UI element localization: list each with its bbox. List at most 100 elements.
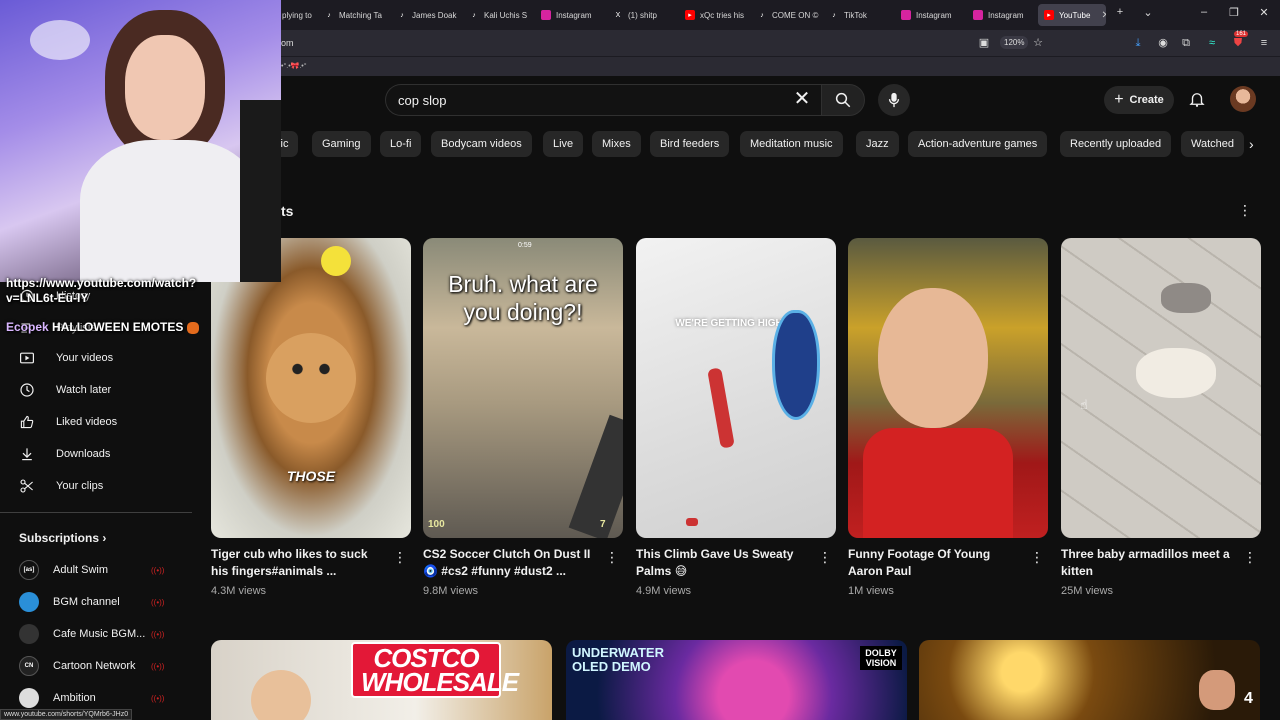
video-thumbnail[interactable]: UNDERWATER OLED DEMO DOLBY VISION: [566, 640, 907, 720]
chip[interactable]: Watched: [1181, 131, 1245, 157]
live-icon: ((•)): [151, 629, 165, 639]
browser-tab[interactable]: ♪ Matching Ta: [318, 4, 390, 26]
chip[interactable]: Bird feeders: [650, 131, 730, 157]
create-button[interactable]: + Create: [1104, 86, 1174, 114]
overlay-emotes-prefix: Ecopek: [6, 320, 49, 334]
subscription-label: Cafe Music BGM...: [53, 628, 146, 640]
short-thumbnail[interactable]: [848, 238, 1048, 538]
address-bar[interactable]: om: [281, 38, 294, 48]
live-icon: ((•)): [151, 693, 165, 703]
sidebar-item-watch-later[interactable]: Watch later: [18, 376, 111, 404]
thumbs-up-icon: [18, 413, 36, 431]
video-thumbnail[interactable]: COSTCO WHOLESALE: [211, 640, 552, 720]
notifications-button[interactable]: [1186, 88, 1208, 110]
bookmark-item[interactable]: •°.•🎀.•°: [281, 62, 307, 70]
short-thumbnail[interactable]: 0:59 Bruh. what are you doing?! 100 7: [423, 238, 623, 538]
subscription-label: Ambition: [53, 692, 96, 704]
chip[interactable]: Lo-fi: [380, 131, 422, 157]
short-caption: THOSE: [286, 468, 336, 484]
ublock-icon[interactable]: ⛊: [1230, 35, 1246, 51]
short-title[interactable]: Funny Footage Of Young Aaron Paul: [848, 546, 1023, 580]
subscription-item[interactable]: [as] Adult Swim ((•)): [19, 558, 169, 582]
search-input[interactable]: [398, 90, 778, 110]
more-options-icon[interactable]: ⋮: [1030, 549, 1044, 566]
short-card[interactable]: Funny Footage Of Young Aaron Paul 1M vie…: [848, 238, 1048, 597]
chip[interactable]: Live: [543, 131, 584, 157]
maximize-icon[interactable]: ❐: [1224, 6, 1244, 19]
close-tab-icon[interactable]: ✕: [1101, 10, 1106, 21]
close-window-icon[interactable]: ✕: [1254, 6, 1274, 19]
subscription-item[interactable]: Cafe Music BGM... ((•)): [19, 622, 169, 646]
overlay-url-line: https://www.youtube.com/watch?: [6, 276, 197, 290]
short-card[interactable]: Three baby armadillos meet a kitten 25M …: [1061, 238, 1261, 597]
chip[interactable]: Recently uploaded: [1060, 131, 1172, 157]
subscription-item[interactable]: CN Cartoon Network ((•)): [19, 654, 169, 678]
browser-tab[interactable]: Instagram: [967, 4, 1039, 26]
browser-tab-active[interactable]: ▸ YouTube ✕: [1038, 4, 1106, 26]
sidebar-item-label: Your clips: [56, 480, 104, 492]
new-tab-icon[interactable]: +: [1110, 6, 1130, 18]
short-thumbnail[interactable]: [1061, 238, 1261, 538]
browser-tab[interactable]: X (1) shitp: [607, 4, 679, 26]
clear-search-icon[interactable]: ✕: [790, 88, 814, 112]
chip[interactable]: Mixes: [592, 131, 641, 157]
short-title[interactable]: CS2 Soccer Clutch On Dust II 🧿 #cs2 #fun…: [423, 546, 598, 580]
bookmark-star-icon[interactable]: ☆: [1030, 35, 1046, 51]
chip[interactable]: Action-adventure games: [908, 131, 1048, 157]
chip[interactable]: Bodycam videos: [431, 131, 532, 157]
browser-tab[interactable]: ♪ James Doak: [391, 4, 463, 26]
video-thumbnail[interactable]: 4: [919, 640, 1260, 720]
short-title[interactable]: Tiger cub who likes to suck his fingers#…: [211, 546, 386, 580]
menu-icon[interactable]: ≡: [1256, 35, 1272, 51]
shorts-heading: ts: [281, 203, 294, 219]
subscription-item[interactable]: Ambition ((•)): [19, 686, 169, 710]
chair-shape: [240, 100, 281, 282]
downloads-icon[interactable]: ⤓: [1130, 35, 1146, 51]
tab-list-icon[interactable]: ⌄: [1138, 6, 1158, 19]
chip[interactable]: Gaming: [312, 131, 371, 157]
short-caption: Bruh. what are you doing?!: [448, 271, 598, 325]
tiger-face: [266, 333, 356, 423]
flower-decoration: [321, 246, 351, 276]
subscription-item[interactable]: BGM channel ((•)): [19, 590, 169, 614]
user-avatar[interactable]: [1230, 86, 1256, 112]
sidebar-item-your-videos[interactable]: Your videos: [18, 344, 113, 372]
more-options-icon[interactable]: ⋮: [818, 549, 832, 566]
browser-tab[interactable]: Instagram: [535, 4, 607, 26]
voice-search-button[interactable]: [878, 84, 910, 116]
chip[interactable]: Jazz: [856, 131, 899, 157]
short-card[interactable]: 0:59 Bruh. what are you doing?! 100 7 CS…: [423, 238, 623, 597]
stream-overlay-emotes: Ecopek HALLOWEEN EMOTES: [6, 320, 199, 334]
more-options-icon[interactable]: ⋮: [1243, 549, 1257, 566]
sidebar-item-downloads[interactable]: Downloads: [18, 440, 110, 468]
minimize-icon[interactable]: –: [1194, 6, 1214, 18]
short-card[interactable]: WE'RE GETTING HIGHER This Climb Gave Us …: [636, 238, 836, 597]
short-thumbnail[interactable]: WE'RE GETTING HIGHER: [636, 238, 836, 538]
sidebar-item-your-clips[interactable]: Your clips: [18, 472, 103, 500]
short-title[interactable]: This Climb Gave Us Sweaty Palms 😅: [636, 546, 811, 580]
short-title[interactable]: Three baby armadillos meet a kitten: [1061, 546, 1236, 580]
browser-tab[interactable]: ▸ xQc tries his: [679, 4, 751, 26]
browser-tab[interactable]: ♪ COME ON ©: [751, 4, 823, 26]
extension-icon[interactable]: ≈: [1204, 35, 1220, 51]
extensions-icon[interactable]: ⧉: [1178, 35, 1194, 51]
sidebar-item-liked-videos[interactable]: Liked videos: [18, 408, 117, 436]
chevron-right-icon[interactable]: ›: [1249, 136, 1254, 152]
more-options-icon[interactable]: ⋮: [605, 549, 619, 566]
zoom-level[interactable]: 120%: [1000, 36, 1029, 49]
more-options-icon[interactable]: ⋮: [1238, 202, 1252, 219]
subscriptions-heading[interactable]: Subscriptions ›: [19, 531, 106, 545]
browser-tab[interactable]: ♪ Kali Uchis S: [463, 4, 535, 26]
stream-overlay-url: https://www.youtube.com/watch? v=LNL6t-E…: [6, 276, 276, 306]
instagram-icon: [901, 10, 911, 20]
reader-view-icon[interactable]: ▣: [976, 35, 992, 51]
shirt-shape: [80, 140, 260, 282]
tab-label: Instagram: [916, 10, 952, 20]
browser-tab[interactable]: ♪ TikTok: [823, 4, 895, 26]
chip[interactable]: Meditation music: [740, 131, 843, 157]
account-icon[interactable]: ◉: [1155, 35, 1171, 51]
more-options-icon[interactable]: ⋮: [393, 549, 407, 566]
x-icon: X: [615, 11, 621, 19]
search-button[interactable]: [821, 84, 865, 116]
browser-tab[interactable]: Instagram: [895, 4, 967, 26]
